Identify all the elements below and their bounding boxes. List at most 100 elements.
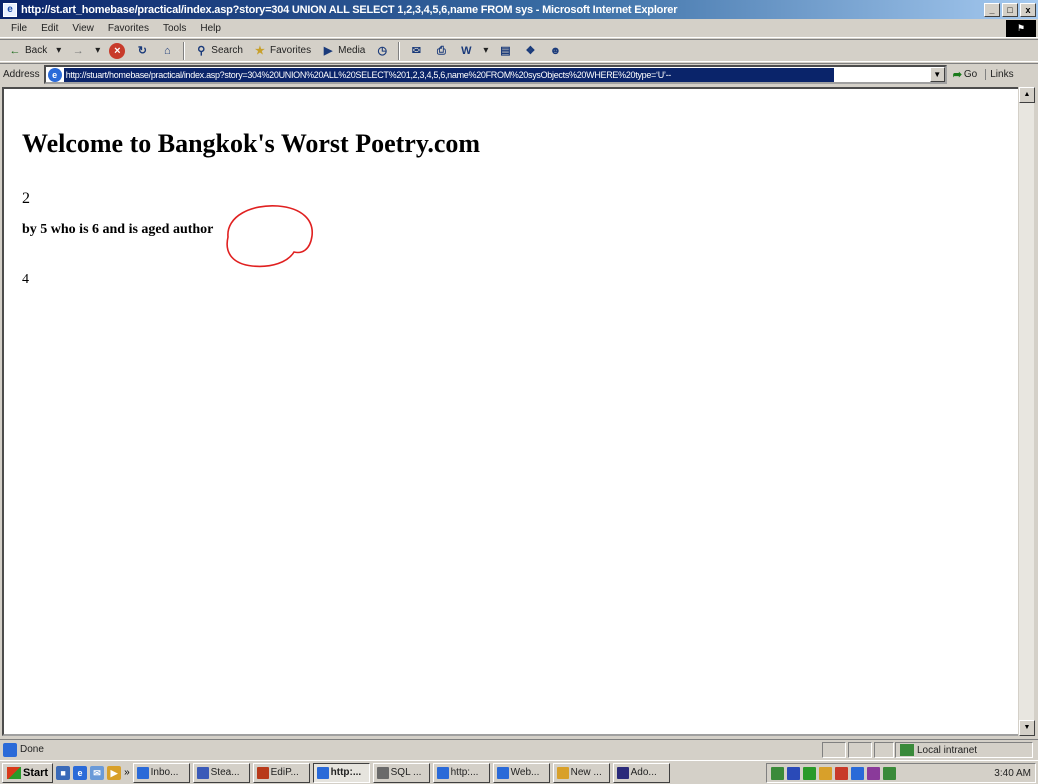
go-label: Go	[963, 69, 978, 80]
tray-app-icon[interactable]	[867, 766, 880, 780]
back-dropdown-button[interactable]: ▾	[53, 41, 64, 61]
search-button[interactable]: ⚲ Search	[190, 41, 246, 61]
status-panel	[848, 742, 872, 758]
edit-dropdown-button[interactable]: ▾	[480, 41, 491, 61]
search-icon: ⚲	[197, 44, 206, 57]
system-tray: 3:40 AM	[766, 763, 1036, 783]
edit-icon: W	[461, 44, 472, 57]
edit-button[interactable]: W	[455, 41, 477, 61]
taskbar-task-button[interactable]: Stea...	[192, 762, 250, 783]
status-panel	[874, 742, 894, 758]
tray-messenger-icon[interactable]	[787, 766, 800, 780]
taskbar-clock[interactable]: 3:40 AM	[994, 768, 1031, 779]
poem-body: 4	[22, 272, 29, 287]
byline-author-value: author	[172, 222, 214, 237]
scroll-down-icon[interactable]: ▼	[1019, 720, 1035, 736]
tray-network-icon[interactable]	[771, 766, 784, 780]
maximize-button[interactable]: □	[1002, 2, 1018, 17]
menu-view[interactable]: View	[65, 23, 101, 34]
history-button[interactable]: ◷	[371, 41, 393, 61]
mail-button[interactable]: ✉	[405, 41, 427, 61]
task-app-icon	[616, 766, 629, 779]
discuss-button[interactable]: ▤	[494, 41, 516, 61]
ie-page-icon[interactable]: e	[3, 2, 17, 17]
task-label: Stea...	[210, 767, 240, 778]
tray-antivirus-icon[interactable]	[803, 766, 816, 780]
status-bar: Done Local intranet	[0, 739, 1038, 759]
print-button[interactable]: ⎙	[430, 41, 452, 61]
close-button[interactable]: x	[1020, 2, 1036, 17]
refresh-button[interactable]: ↻	[131, 41, 153, 61]
menu-tools[interactable]: Tools	[156, 23, 193, 34]
scroll-up-icon[interactable]: ▲	[1019, 87, 1035, 103]
task-label: Inbo...	[150, 767, 179, 778]
task-label: http:...	[450, 767, 479, 778]
address-url[interactable]: http://stuart/homebase/practical/index.a…	[63, 67, 834, 82]
taskbar: Start ■ e ✉ ▶ » Inbo... Stea... EdiP... htt…	[0, 760, 1038, 784]
back-label: Back	[25, 45, 48, 56]
home-button[interactable]: ⌂	[156, 41, 178, 61]
task-list: Inbo... Stea... EdiP... http:... SQL ... http…	[132, 762, 670, 783]
intranet-icon	[900, 744, 914, 756]
page-content: Welcome to Bangkok's Worst Poetry.com 2 …	[2, 87, 1022, 736]
task-label: SQL ...	[390, 767, 422, 778]
page-heading: Welcome to Bangkok's Worst Poetry.com	[22, 129, 481, 158]
taskbar-task-button[interactable]: http:...	[312, 762, 370, 783]
forward-dropdown-button[interactable]: ▾	[92, 41, 103, 61]
tray-sync-icon[interactable]	[851, 766, 864, 780]
minimize-button[interactable]: _	[984, 2, 1000, 17]
taskbar-task-button[interactable]: http:...	[432, 762, 490, 783]
favorites-button[interactable]: ★ Favorites	[249, 41, 314, 61]
taskbar-task-button[interactable]: Web...	[492, 762, 550, 783]
address-input[interactable]: e http://stuart/homebase/practical/index…	[43, 65, 947, 84]
back-button[interactable]: ← Back	[4, 41, 50, 61]
task-app-icon	[256, 766, 269, 779]
forward-arrow-icon: →	[72, 44, 84, 57]
taskbar-task-button[interactable]: EdiP...	[252, 762, 310, 783]
quicklaunch-more-icon[interactable]: »	[124, 767, 130, 778]
quicklaunch-ie-icon[interactable]: e	[73, 765, 88, 780]
menu-bar: File Edit View Favorites Tools Help ⚑	[0, 19, 1038, 38]
tray-alert-icon[interactable]	[835, 766, 848, 780]
task-app-icon	[376, 766, 389, 779]
messenger-button[interactable]: ☻	[544, 41, 566, 61]
media-label: Media	[338, 45, 366, 56]
menu-edit[interactable]: Edit	[34, 23, 65, 34]
media-button[interactable]: ▶ Media	[317, 41, 368, 61]
taskbar-task-button[interactable]: New ...	[552, 762, 610, 783]
windows-logo-icon: ⚑	[1006, 20, 1036, 37]
taskbar-task-button[interactable]: Ado...	[612, 762, 670, 783]
address-dropdown-icon[interactable]: ▼	[929, 67, 945, 82]
tray-volume-icon[interactable]	[819, 766, 832, 780]
window-titlebar[interactable]: e http://st.art_homebase/practical/index…	[0, 0, 1038, 19]
links-button[interactable]: Links	[985, 69, 1014, 80]
standard-toolbar: ← Back ▾ → ▾ × ↻ ⌂ ⚲ Search ★ Favorites …	[0, 39, 1038, 62]
menu-file[interactable]: File	[4, 23, 34, 34]
zone-label: Local intranet	[917, 744, 978, 756]
task-app-icon	[436, 766, 449, 779]
tray-connection-icon[interactable]	[883, 766, 896, 780]
go-button[interactable]: ➦ Go	[953, 68, 978, 81]
research-button[interactable]: ❖	[519, 41, 541, 61]
vertical-scrollbar[interactable]: ▲ ▼	[1018, 87, 1035, 736]
back-arrow-icon: ←	[9, 44, 21, 57]
task-label: New ...	[570, 767, 602, 778]
start-button[interactable]: Start	[2, 762, 54, 783]
taskbar-task-button[interactable]: SQL ...	[372, 762, 430, 783]
address-label: Address	[3, 69, 40, 80]
taskbar-task-button[interactable]: Inbo...	[132, 762, 190, 783]
quicklaunch-outlook-icon[interactable]: ✉	[90, 765, 105, 780]
task-label: Web...	[510, 767, 540, 778]
task-label: http:...	[330, 767, 362, 778]
menu-help[interactable]: Help	[193, 23, 228, 34]
windows-logo-icon	[7, 766, 21, 779]
menu-favorites[interactable]: Favorites	[101, 23, 156, 34]
messenger-icon: ☻	[549, 44, 562, 57]
status-panel	[822, 742, 846, 758]
stop-button[interactable]: ×	[106, 41, 128, 61]
forward-button[interactable]: →	[67, 41, 89, 61]
annotation-circle-stroke	[226, 205, 313, 268]
quicklaunch-media-icon[interactable]: ▶	[107, 765, 122, 780]
quicklaunch-desktop-icon[interactable]: ■	[56, 765, 71, 780]
task-app-icon	[196, 766, 209, 779]
